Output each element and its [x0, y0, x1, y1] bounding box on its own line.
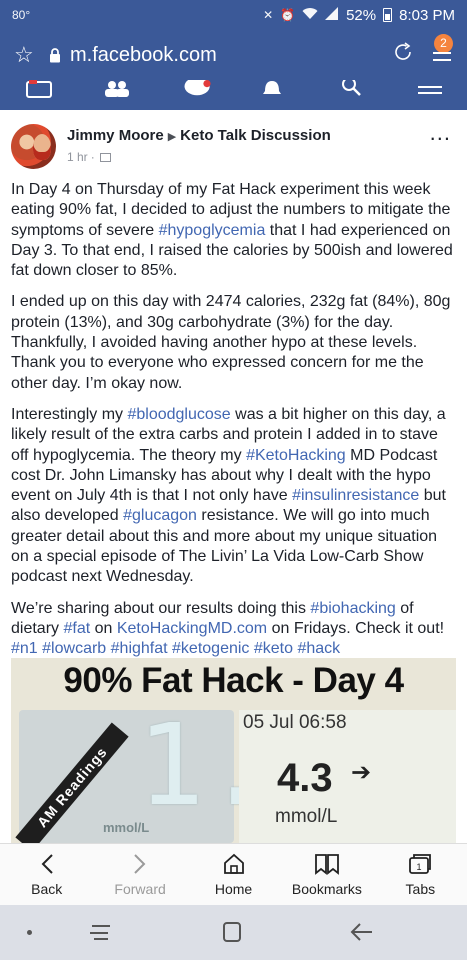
post-text-segment: Interestingly my [11, 405, 128, 423]
home-button[interactable]: Home [187, 844, 280, 905]
hashtag-link[interactable]: #n1 [11, 640, 38, 657]
svg-text:1: 1 [417, 862, 422, 872]
back-label: Back [31, 881, 63, 897]
post-text: In Day 4 on Thursday of my Fat Hack expe… [11, 180, 456, 671]
meter2-datetime: 05 Jul 06:58 [243, 712, 347, 733]
ketone-meter-display: AM Readings 1.7 mmol/L [15, 710, 339, 843]
back-button[interactable]: Back [0, 844, 93, 905]
notifications-bell-icon[interactable] [262, 80, 282, 98]
group-name[interactable]: Keto Talk Discussion [180, 127, 331, 144]
post-text-segment: I ended up on this day with 2474 calorie… [11, 293, 451, 392]
hashtag-link[interactable]: #glucagon [123, 507, 197, 524]
battery-icon [383, 8, 393, 22]
post-text-segment: We’re sharing about our results doing th… [11, 599, 311, 617]
more-menu-icon[interactable] [418, 80, 442, 98]
reload-icon[interactable] [383, 41, 423, 69]
trend-arrow-icon: ➔ [351, 759, 372, 786]
tabs-icon: 1 [408, 851, 432, 877]
glucose-meter-display: 05 Jul 06:58 4.3 ➔ mmol/L [239, 710, 456, 843]
group-privacy-icon [99, 152, 111, 162]
system-navigation-bar [0, 905, 467, 960]
chevron-left-icon [40, 851, 54, 877]
hashtag-link[interactable]: #lowcarb [42, 640, 106, 657]
back-arrow-icon[interactable] [350, 921, 374, 943]
menu-icon [433, 52, 451, 66]
hashtag-link[interactable]: #keto [254, 640, 293, 657]
wifi-icon [302, 7, 318, 23]
hashtag-link[interactable]: #insulinresistance [292, 487, 419, 504]
bookmarks-button[interactable]: Bookmarks [280, 844, 373, 905]
author-name[interactable]: Jimmy Moore [67, 127, 164, 144]
meter1-unit: mmol/L [103, 820, 150, 835]
bookmark-star-icon[interactable]: ☆ [14, 42, 44, 68]
url-text[interactable]: m.facebook.com [70, 44, 383, 67]
forward-button[interactable]: Forward [93, 844, 186, 905]
messenger-icon[interactable] [181, 80, 215, 98]
triangle-right-icon: ▶ [167, 131, 177, 143]
recent-apps-icon[interactable] [88, 923, 112, 943]
post-text-segment: on [90, 619, 117, 637]
browser-menu-button[interactable]: 2 [423, 34, 453, 70]
search-icon[interactable] [342, 80, 362, 98]
hashtag-link[interactable]: #hypoglycemia [159, 222, 266, 239]
avatar[interactable] [11, 124, 56, 169]
hashtag-link[interactable]: #hack [297, 640, 340, 657]
alarm-icon: ⏰ [280, 8, 296, 22]
news-feed-icon[interactable] [26, 80, 52, 98]
hashtag-link[interactable]: #KetoHacking [246, 447, 346, 464]
post-meta: 1 hr · [67, 150, 111, 164]
notification-badge: 2 [434, 34, 453, 53]
post-author-line: Jimmy Moore ▶ Keto Talk Discussion [67, 127, 331, 144]
hashtag-link[interactable]: #biohacking [310, 600, 395, 617]
post-header: Jimmy Moore ▶ Keto Talk Discussion 1 hr · … [11, 122, 457, 180]
browser-bottom-toolbar: Back Forward Home Bookmarks 1 Tabs [0, 843, 467, 905]
post-paragraph: I ended up on this day with 2474 calorie… [11, 292, 456, 393]
bookmarks-label: Bookmarks [291, 881, 362, 897]
bookmarks-icon [314, 851, 340, 877]
browser-address-bar: ☆ m.facebook.com 2 [0, 30, 467, 80]
home-icon [223, 851, 245, 877]
home-label: Home [214, 881, 253, 897]
facebook-nav-bar [0, 80, 467, 110]
post-time[interactable]: 1 hr [67, 150, 88, 164]
weather-temperature: 80° [12, 8, 31, 22]
forward-label: Forward [114, 881, 166, 897]
signal-icon [325, 7, 339, 23]
post-card: Jimmy Moore ▶ Keto Talk Discussion 1 hr · … [0, 110, 467, 843]
hashtag-link[interactable]: #bloodglucose [127, 406, 230, 423]
assistant-dot-icon[interactable] [27, 930, 32, 935]
clock-time: 8:03 PM [399, 6, 455, 24]
post-text-segment: on Fridays. Check it out! [267, 619, 445, 637]
post-paragraph: Interestingly my #bloodglucose was a bit… [11, 405, 456, 588]
hashtag-link[interactable]: #ketogenic [172, 640, 249, 657]
meter2-unit: mmol/L [275, 806, 338, 827]
image-title: 90% Fat Hack - Day 4 [63, 661, 404, 700]
hashtag-link[interactable]: #fat [63, 620, 90, 637]
post-paragraph: We’re sharing about our results doing th… [11, 599, 456, 660]
friends-icon[interactable] [104, 80, 130, 98]
post-paragraph: In Day 4 on Thursday of my Fat Hack expe… [11, 180, 456, 281]
lock-icon[interactable] [44, 47, 66, 63]
mute-icon: ✕ [263, 8, 274, 22]
post-image[interactable]: 90% Fat Hack - Day 4 AM Readings 1.7 mmo… [11, 658, 456, 843]
hashtag-link[interactable]: KetoHackingMD.com [117, 620, 267, 637]
hashtag-link[interactable]: #highfat [111, 640, 168, 657]
status-bar: 80° ✕ ⏰ 52% 8:03 PM [0, 0, 467, 30]
meter2-reading: 4.3 [277, 756, 333, 800]
chevron-right-icon [133, 851, 147, 877]
battery-percent: 52% [346, 6, 377, 24]
post-options-icon[interactable]: ... [430, 122, 451, 144]
tabs-label: Tabs [405, 881, 436, 897]
tabs-button[interactable]: 1 Tabs [374, 844, 467, 905]
home-square-icon[interactable] [222, 921, 242, 943]
